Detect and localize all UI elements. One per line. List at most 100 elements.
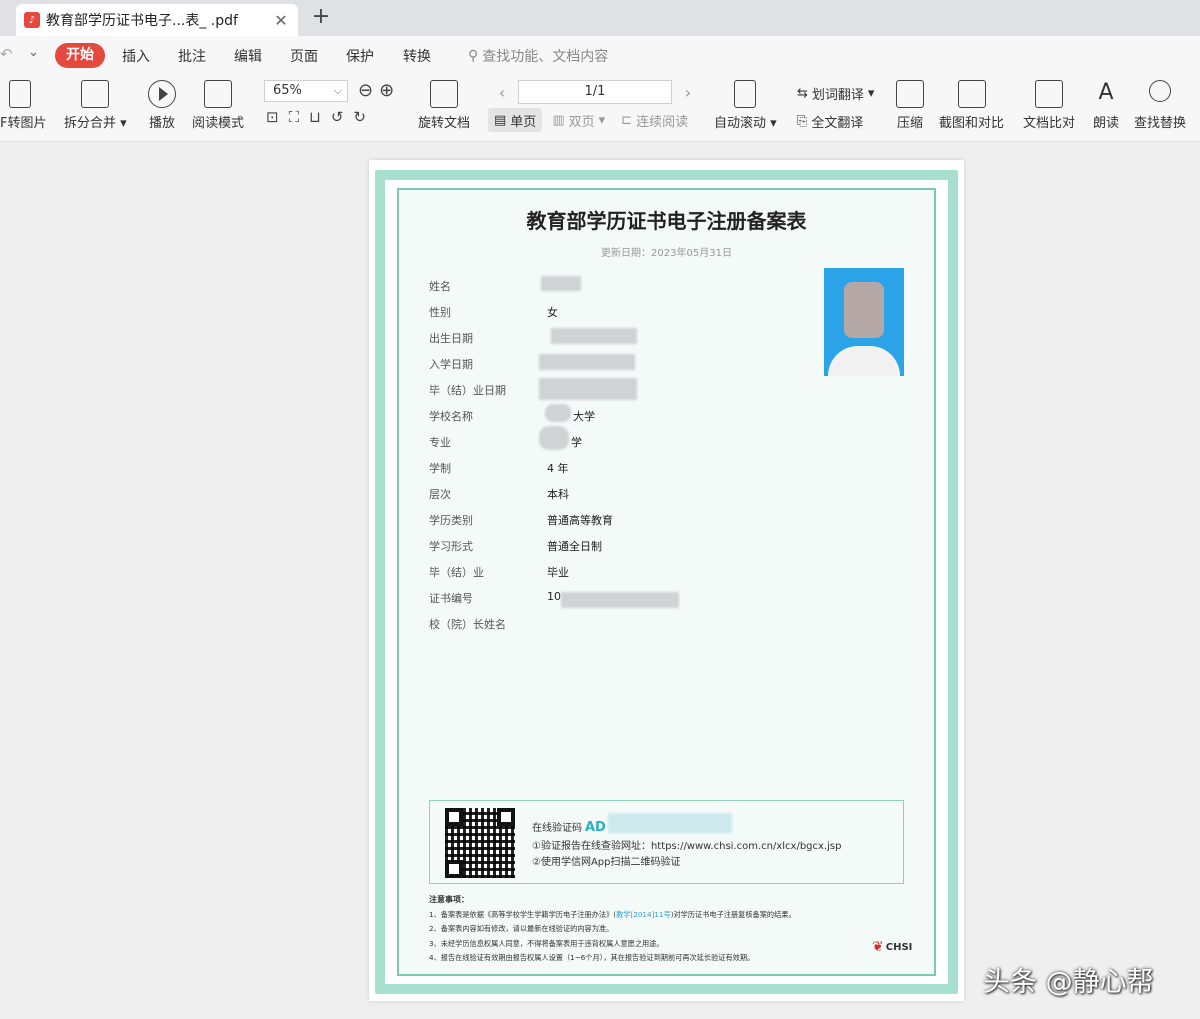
- actual-size-icon[interactable]: ⊡: [266, 108, 279, 126]
- tab-bar: ♪ 教育部学历证书电子...表_ .pdf ✕ +: [0, 0, 1200, 36]
- quick-access-dropdown-icon[interactable]: ⌄: [28, 45, 39, 60]
- menu-edit[interactable]: 编辑: [234, 46, 262, 66]
- redacted-name: [541, 276, 581, 291]
- single-page-button[interactable]: ▤ 单页: [488, 108, 543, 132]
- rotate-left-icon[interactable]: ↺: [331, 108, 344, 126]
- read-aloud-icon: A: [1098, 80, 1114, 105]
- document-tab[interactable]: ♪ 教育部学历证书电子...表_ .pdf ✕: [16, 4, 298, 36]
- field-label-president: 校（院）长姓名: [429, 618, 506, 631]
- pdf-to-image-button[interactable]: F转图片: [0, 80, 46, 131]
- field-value-certificate-no: 10: [547, 590, 561, 603]
- book-icon: [204, 80, 232, 108]
- split-merge-icon: [81, 80, 110, 108]
- document-title: 教育部学历证书电子注册备案表: [526, 209, 807, 233]
- notes-title: 注意事项：: [429, 895, 469, 904]
- rotate-right-icon[interactable]: ↻: [353, 108, 366, 126]
- field-label-level: 层次: [429, 488, 451, 501]
- document-compare-button[interactable]: 文档比对: [1023, 80, 1075, 131]
- redacted-certificate-no: [561, 592, 679, 608]
- redacted-verification-code: [608, 813, 732, 833]
- menu-convert[interactable]: 转换: [403, 46, 431, 66]
- word-translate-button[interactable]: ⇆ 划词翻译 ▾: [797, 84, 874, 103]
- chevron-down-icon: ⌵: [333, 84, 342, 97]
- compress-button[interactable]: 压缩: [896, 80, 924, 131]
- next-page-icon[interactable]: ›: [676, 83, 700, 102]
- field-value-graduation: 毕业: [547, 566, 569, 579]
- notes-section: 注意事项： 1、备案表是依据《高等学校学生学籍学历电子注册办法》(教学[2014…: [429, 893, 909, 966]
- menu-start[interactable]: 开始: [55, 43, 105, 68]
- view-modes: ▤ 单页 ▥ 双页 ▾ ⊏ 连续阅读: [488, 108, 694, 132]
- field-value-category: 普通高等教育: [547, 514, 613, 527]
- tab-title: 教育部学历证书电子...表_ .pdf: [46, 13, 238, 29]
- redacted-major: [539, 426, 569, 450]
- id-photo: [824, 268, 904, 376]
- read-aloud-button[interactable]: A 朗读: [1092, 80, 1120, 131]
- page-number-field[interactable]: 1/1: [518, 80, 672, 104]
- verification-url-line: ①验证报告在线查验网址：https://www.chsi.com.cn/xlcx…: [532, 841, 842, 852]
- menu-page[interactable]: 页面: [290, 46, 318, 66]
- field-value-level: 本科: [547, 488, 569, 501]
- field-label-category: 学历类别: [429, 514, 473, 527]
- zoom-out-icon[interactable]: ⊖: [358, 80, 373, 101]
- redacted-school: [545, 404, 571, 422]
- redacted-birthdate: [551, 328, 637, 344]
- split-merge-button[interactable]: 拆分合并 ▾: [64, 80, 127, 131]
- note-3: 3、未经学历信息权属人同意，不得将备案表用于违背权属人意愿之用途。: [429, 938, 664, 948]
- full-translate-button[interactable]: ⎘ 全文翻译: [797, 112, 863, 131]
- blurred-face: [844, 282, 884, 338]
- zoom-in-icon[interactable]: ⊕: [379, 80, 394, 101]
- menu-protect[interactable]: 保护: [346, 46, 374, 66]
- field-value-school: 大学: [573, 410, 595, 423]
- field-value-duration: 4 年: [547, 462, 569, 475]
- translate-icon: ⇆: [797, 86, 808, 101]
- search-placeholder: 查找功能、文档内容: [482, 49, 609, 65]
- page-navigation: ‹ 1/1 ›: [490, 80, 700, 104]
- menu-insert[interactable]: 插入: [122, 46, 150, 66]
- new-tab-button[interactable]: +: [308, 4, 334, 30]
- field-label-birthdate: 出生日期: [429, 332, 473, 345]
- verification-app-line: ②使用学信网App扫描二维码验证: [532, 857, 681, 868]
- menu-bar: ↶ ⌄ 开始 插入 批注 编辑 页面 保护 转换 ⚲ 查找功能、文档内容: [0, 36, 1200, 76]
- close-tab-icon[interactable]: ✕: [272, 11, 290, 30]
- find-replace-button[interactable]: 查找替换: [1134, 80, 1186, 131]
- field-label-major: 专业: [429, 436, 451, 449]
- undo-icon[interactable]: ↶: [0, 45, 13, 63]
- note-1: 1、备案表是依据《高等学校学生学籍学历电子注册办法》(教学[2014]11号)对…: [429, 909, 796, 919]
- previous-page-icon[interactable]: ‹: [490, 83, 514, 102]
- play-icon: [148, 80, 176, 108]
- read-mode-button[interactable]: 阅读模式: [192, 80, 244, 131]
- chsi-bird-icon: ❦: [872, 939, 884, 955]
- image-icon: [9, 80, 32, 108]
- field-label-study-form: 学习形式: [429, 540, 473, 553]
- menu-comment[interactable]: 批注: [178, 46, 206, 66]
- field-value-major: 学: [571, 436, 582, 449]
- note-2: 2、备案表内容如有修改，请以最新在线验证的内容为准。: [429, 924, 614, 934]
- fit-width-icon[interactable]: ⊔: [309, 108, 321, 126]
- double-page-icon: ▥: [552, 112, 565, 128]
- auto-scroll-button[interactable]: 自动滚动 ▾: [714, 80, 777, 131]
- field-label-school: 学校名称: [429, 410, 473, 423]
- redacted-enrollment-date: [539, 354, 635, 370]
- field-value-study-form: 普通全日制: [547, 540, 602, 553]
- single-page-icon: ▤: [494, 112, 507, 128]
- rotate-document-button[interactable]: 旋转文档: [418, 80, 470, 131]
- field-label-enrollment-date: 入学日期: [429, 358, 473, 371]
- zoom-select[interactable]: 65% ⌵: [264, 80, 348, 102]
- field-value-gender: 女: [547, 306, 558, 319]
- continuous-read-icon: ⊏: [621, 112, 633, 128]
- play-button[interactable]: 播放: [148, 80, 176, 131]
- full-translate-icon: ⎘: [797, 114, 808, 129]
- search-icon: ⚲: [468, 48, 479, 64]
- function-search[interactable]: ⚲ 查找功能、文档内容: [468, 46, 608, 66]
- qr-code[interactable]: [445, 808, 515, 878]
- screenshot-icon: [957, 80, 986, 108]
- regulation-link[interactable]: 教学[2014]11号: [616, 910, 671, 919]
- screenshot-compare-button[interactable]: 截图和对比: [939, 80, 1004, 131]
- rotate-document-icon: [430, 80, 458, 108]
- pdf-page: 教育部学历证书电子注册备案表 更新日期：2023年05月31日 姓名 性别 出生…: [369, 160, 964, 1001]
- double-page-button[interactable]: ▥ 双页 ▾: [546, 108, 611, 132]
- continuous-read-button[interactable]: ⊏ 连续阅读: [615, 108, 694, 132]
- field-label-graduation: 毕（结）业: [429, 566, 484, 579]
- fit-page-icon[interactable]: ⛶: [289, 108, 300, 126]
- auto-scroll-icon: [734, 80, 757, 108]
